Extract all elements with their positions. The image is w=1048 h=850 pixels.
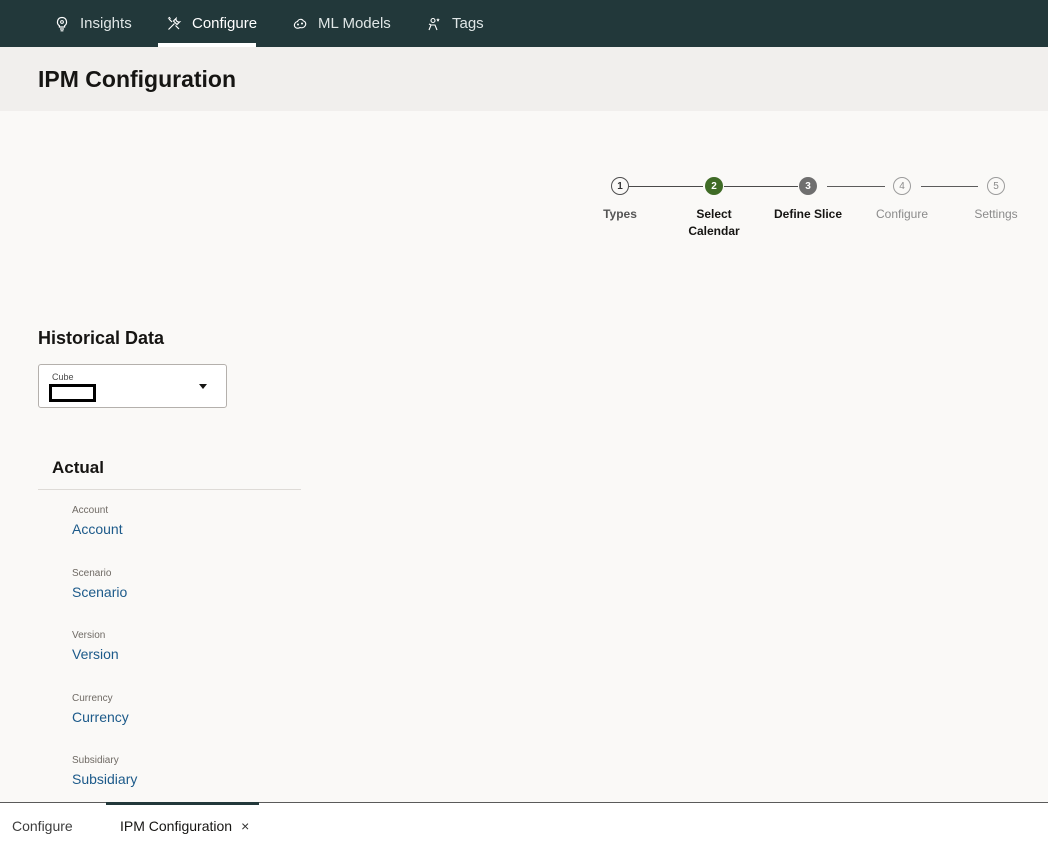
nav-item-ml-models[interactable]: ML Models (292, 0, 391, 47)
top-nav-bar: Insights Configure ML Models Tags (0, 0, 1048, 47)
field-account: Account Account (72, 505, 123, 539)
tools-icon (166, 16, 182, 32)
field-value-link[interactable]: Version (72, 644, 119, 664)
field-label: Currency (72, 693, 113, 704)
step-number: 5 (987, 177, 1005, 195)
step-number: 4 (893, 177, 911, 195)
cube-select[interactable]: Cube (38, 364, 227, 408)
bottom-tab-bar: Configure IPM Configuration × (0, 802, 1048, 850)
page-title: IPM Configuration (38, 66, 237, 92)
historical-data-heading: Historical Data (38, 328, 165, 348)
field-label: Account (72, 505, 109, 516)
nav-item-label: Configure (192, 15, 258, 32)
nav-item-label: Tags (452, 15, 484, 32)
close-icon[interactable]: × (241, 818, 249, 834)
field-label: Subsidiary (72, 755, 119, 766)
step-types[interactable]: 1 Types (575, 176, 665, 223)
step-label: Configure (875, 207, 929, 221)
step-label: Select Calendar (688, 207, 740, 238)
field-label: Version (72, 630, 106, 641)
section-divider (38, 489, 301, 490)
step-label: Types (603, 207, 637, 221)
step-settings[interactable]: 5 Settings (951, 176, 1041, 223)
nav-item-tags[interactable]: Tags (426, 0, 484, 47)
cube-select-label: Cube (52, 372, 74, 382)
actual-heading: Actual (52, 458, 104, 477)
step-number: 1 (611, 177, 629, 195)
tags-icon (426, 16, 442, 32)
nav-item-label: ML Models (318, 15, 391, 32)
nav-item-label: Insights (80, 15, 132, 32)
bulb-icon (54, 16, 70, 32)
step-define-slice[interactable]: 3 Define Slice (763, 176, 853, 223)
step-number: 3 (799, 177, 817, 195)
bottom-tab-label: Configure (12, 818, 73, 834)
nav-item-insights[interactable]: Insights (54, 0, 132, 47)
field-version: Version Version (72, 630, 119, 664)
step-configure[interactable]: 4 Configure (857, 176, 947, 223)
nav-item-configure[interactable]: Configure (158, 0, 258, 47)
field-currency: Currency Currency (72, 693, 129, 727)
field-value-link[interactable]: Account (72, 519, 123, 539)
bottom-tab-label: IPM Configuration (120, 818, 233, 834)
page-header: IPM Configuration (0, 47, 1048, 111)
step-select-calendar[interactable]: 2 Select Calendar (669, 176, 759, 240)
step-label: Settings (974, 207, 1018, 221)
caret-down-icon[interactable] (199, 384, 207, 389)
bottom-tab-configure[interactable]: Configure (12, 803, 73, 849)
step-number: 2 (705, 177, 723, 195)
field-value-link[interactable]: Subsidiary (72, 769, 137, 789)
field-scenario: Scenario Scenario (72, 568, 127, 602)
cube-select-value (49, 384, 96, 402)
config-stepper: 1 Types 2 Select Calendar 3 Define Slice… (590, 176, 1040, 256)
field-subsidiary: Subsidiary Subsidiary (72, 755, 137, 789)
step-label: Define Slice (773, 207, 843, 221)
field-label: Scenario (72, 568, 112, 579)
bottom-tab-ipm-configuration[interactable]: IPM Configuration × (105, 802, 260, 849)
field-value-link[interactable]: Scenario (72, 582, 127, 602)
field-value-link[interactable]: Currency (72, 707, 129, 727)
ml-models-icon (292, 16, 308, 32)
